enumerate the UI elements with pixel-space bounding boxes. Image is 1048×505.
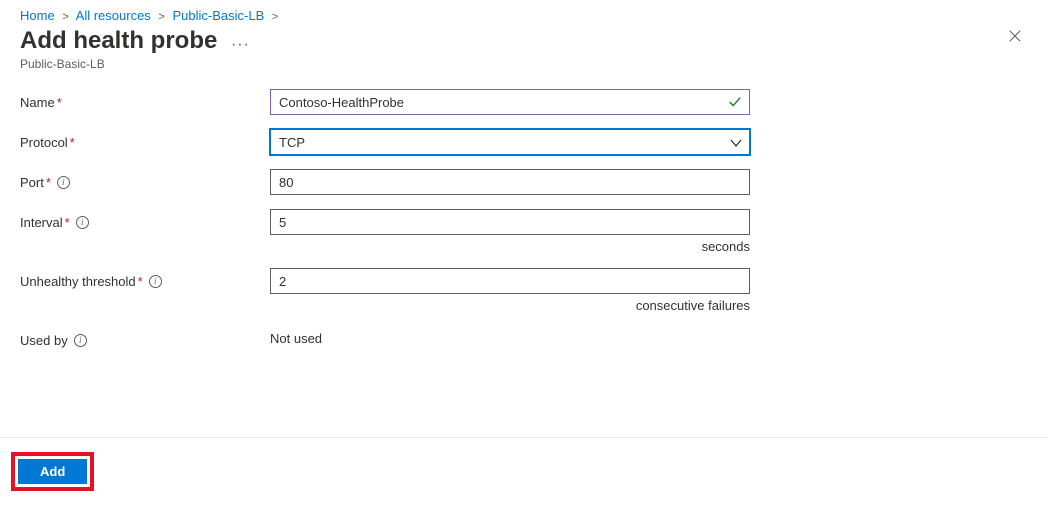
required-indicator: * — [46, 175, 51, 190]
row-interval: Interval * i seconds — [20, 209, 1028, 254]
label-protocol: Protocol * — [20, 129, 270, 150]
label-text: Name — [20, 95, 55, 110]
required-indicator: * — [57, 95, 62, 110]
page-header: Add health probe ··· Public-Basic-LB — [0, 27, 1048, 89]
footer: Add — [0, 437, 1048, 505]
required-indicator: * — [138, 274, 143, 289]
page-subtitle: Public-Basic-LB — [20, 57, 1028, 71]
breadcrumb-all-resources[interactable]: All resources — [76, 8, 151, 23]
check-icon — [728, 95, 742, 109]
row-port: Port * i — [20, 169, 1028, 195]
chevron-right-icon: > — [272, 11, 278, 23]
threshold-hint: consecutive failures — [270, 298, 750, 313]
label-text: Interval — [20, 215, 63, 230]
required-indicator: * — [65, 215, 70, 230]
label-port: Port * i — [20, 169, 270, 190]
close-icon — [1008, 29, 1022, 43]
chevron-right-icon: > — [62, 11, 68, 23]
name-input[interactable] — [270, 89, 750, 115]
row-protocol: Protocol * — [20, 129, 1028, 155]
interval-hint: seconds — [270, 239, 750, 254]
label-usedby: Used by i — [20, 327, 270, 348]
label-threshold: Unhealthy threshold * i — [20, 268, 270, 289]
label-text: Unhealthy threshold — [20, 274, 136, 289]
chevron-right-icon: > — [158, 11, 164, 23]
page-title: Add health probe — [20, 27, 217, 55]
breadcrumb: Home > All resources > Public-Basic-LB > — [0, 0, 1048, 27]
info-icon[interactable]: i — [74, 334, 87, 347]
add-button[interactable]: Add — [18, 459, 87, 484]
row-name: Name * — [20, 89, 1028, 115]
info-icon[interactable]: i — [57, 176, 70, 189]
label-text: Used by — [20, 333, 68, 348]
more-icon[interactable]: ··· — [231, 36, 250, 54]
info-icon[interactable]: i — [76, 216, 89, 229]
breadcrumb-home[interactable]: Home — [20, 8, 55, 23]
highlight-box: Add — [11, 452, 94, 491]
label-name: Name * — [20, 89, 270, 110]
label-text: Port — [20, 175, 44, 190]
breadcrumb-resource[interactable]: Public-Basic-LB — [172, 8, 264, 23]
usedby-value: Not used — [270, 327, 322, 346]
close-button[interactable] — [1008, 29, 1024, 45]
interval-input[interactable] — [270, 209, 750, 235]
required-indicator: * — [70, 135, 75, 150]
port-input[interactable] — [270, 169, 750, 195]
threshold-input[interactable] — [270, 268, 750, 294]
label-text: Protocol — [20, 135, 68, 150]
protocol-select[interactable] — [270, 129, 750, 155]
info-icon[interactable]: i — [149, 275, 162, 288]
row-usedby: Used by i Not used — [20, 327, 1028, 348]
row-threshold: Unhealthy threshold * i consecutive fail… — [20, 268, 1028, 313]
form: Name * Protocol * Port * i — [0, 89, 1048, 348]
label-interval: Interval * i — [20, 209, 270, 230]
